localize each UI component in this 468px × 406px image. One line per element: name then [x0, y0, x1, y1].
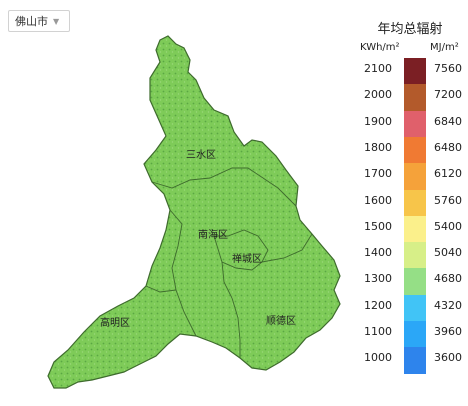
legend-tick-mj: 6840 [434, 114, 462, 128]
legend-swatch [404, 136, 426, 164]
legend-tick-mj: 4320 [434, 298, 462, 312]
legend-swatch [404, 294, 426, 322]
legend-tick-kwh: 1600 [364, 193, 392, 207]
legend-tick-kwh: 1900 [364, 114, 392, 128]
legend-tick-mj: 3600 [434, 351, 462, 365]
city-outline [47, 35, 341, 389]
region-label-chancheng: 禅城区 [232, 252, 262, 265]
legend-tick-mj: 3960 [434, 325, 462, 338]
legend-color-scale [404, 58, 426, 375]
legend-swatch [404, 215, 426, 243]
legend-swatch [404, 110, 426, 138]
legend-unit-mj: MJ/m² [430, 42, 459, 53]
legend-tick-mj: 5040 [434, 246, 462, 260]
legend-swatch [404, 163, 426, 190]
legend-tick-kwh: 2000 [364, 88, 392, 102]
legend-tick-mj: 5400 [434, 219, 462, 233]
legend-tick-mj: 6120 [434, 167, 462, 181]
legend-swatch [404, 347, 426, 375]
legend-swatch [404, 189, 426, 217]
legend-tick-mj: 4680 [434, 272, 462, 286]
legend-title: 年均总辐射 [377, 22, 443, 37]
legend-tick-kwh: 1700 [364, 167, 392, 181]
legend-tick-mj: 7200 [434, 88, 462, 102]
legend-tick-mj: 5760 [434, 193, 462, 207]
legend-tick-kwh: 1000 [364, 351, 392, 365]
legend-swatch [404, 321, 426, 348]
region-label-shunde: 顺德区 [266, 314, 296, 327]
legend-tick-kwh: 1800 [364, 140, 392, 154]
legend-tick-kwh: 1300 [364, 272, 392, 286]
region-label-sanshui: 三水区 [186, 149, 216, 161]
legend-unit-kwh: KWh/m² [360, 42, 400, 53]
legend-swatch [404, 268, 426, 296]
legend-swatch [404, 58, 426, 85]
region-label-gaoming: 高明区 [100, 316, 130, 329]
legend-tick-kwh: 1100 [364, 325, 392, 338]
legend-tick-kwh: 1500 [364, 219, 392, 233]
legend-tick-mj: 6480 [434, 140, 462, 154]
legend-tick-kwh: 1400 [364, 246, 392, 260]
legend-swatch [404, 84, 426, 112]
legend-tick-kwh: 1200 [364, 298, 392, 312]
legend-tick-kwh: 2100 [364, 62, 392, 75]
solar-radiation-map: 三水区 南海区 禅城区 高明区 顺德区 [47, 35, 341, 389]
legend-tick-mj: 7560 [434, 62, 462, 75]
region-label-nanhai: 南海区 [198, 228, 228, 241]
legend-swatch [404, 242, 426, 269]
